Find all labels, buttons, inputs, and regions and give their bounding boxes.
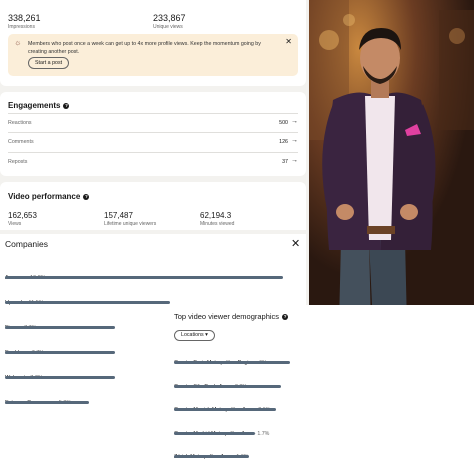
unique-views-value: 233,867: [153, 13, 186, 23]
impressions-label: Impressions: [8, 24, 35, 30]
company-bar: [5, 326, 115, 329]
companies-title: Companies: [5, 239, 48, 249]
location-bar: [174, 385, 281, 388]
company-bar: [5, 301, 170, 304]
help-icon[interactable]: ?: [63, 103, 70, 109]
close-icon[interactable]: ✕: [285, 37, 292, 46]
location-bar: [174, 361, 290, 364]
row-value: 500: [279, 120, 288, 126]
location-item: Greater Paris Metropolitan Region · 6%: [174, 351, 267, 369]
company-item: Upwork · 11.5%: [5, 291, 44, 309]
location-item: Greater São Paulo Area · 2.2%: [174, 375, 247, 393]
unique-viewers-label: Lifetime unique viewers: [104, 221, 157, 227]
engagements-card: Engagements? Reactions 500 → Comments 12…: [0, 92, 306, 176]
location-item: Zürich Metropolitan Area · 1.6%: [174, 445, 249, 463]
company-item: Fiverr · 7.7%: [5, 316, 37, 334]
engagement-row-comments[interactable]: Comments 126 →: [8, 132, 298, 151]
company-bar: [5, 351, 115, 354]
minutes-viewed-value: 62,194.3: [200, 211, 232, 220]
location-bar: [174, 408, 276, 411]
company-item: Amazon · 19.2%: [5, 266, 46, 284]
row-label: Comments: [8, 139, 34, 145]
analytics-summary-card: 338,261 Impressions 233,867 Unique views…: [0, 0, 306, 86]
arrow-right-icon: →: [291, 157, 298, 164]
row-value: 126: [279, 139, 288, 145]
man-in-suit-illustration: [309, 0, 474, 326]
arrow-right-icon: →: [291, 118, 298, 125]
nudge-text: Members who post once a week can get up …: [28, 41, 261, 55]
profile-photo: [309, 0, 474, 326]
engagements-heading: Engagements?: [8, 101, 70, 110]
arrow-right-icon: →: [291, 137, 298, 144]
close-icon[interactable]: ✕: [291, 237, 300, 250]
video-views-value: 162,653: [8, 211, 37, 220]
company-item: Walmart · 7.7%: [5, 366, 43, 384]
demographics-panel: Top video viewer demographics? Locations…: [166, 305, 474, 474]
company-bar: [5, 401, 89, 404]
row-label: Reposts: [8, 159, 28, 165]
minutes-viewed-label: Minutes viewed: [200, 221, 235, 227]
company-bar: [5, 376, 115, 379]
demographics-heading: Top video viewer demographics?: [174, 312, 289, 321]
video-views-label: Views: [8, 221, 22, 227]
location-bar: [174, 432, 255, 435]
help-icon[interactable]: ?: [282, 314, 289, 320]
video-performance-card: Video performance? 162,653 Views 157,487…: [0, 182, 306, 230]
engagement-row-reactions[interactable]: Reactions 500 →: [8, 113, 298, 132]
location-percent: · 1.7%: [252, 431, 270, 437]
engagement-row-reposts[interactable]: Reposts 37 →: [8, 152, 298, 171]
post-nudge-banner: ☼ Members who post once a week can get u…: [8, 34, 298, 76]
chevron-down-icon: ▾: [205, 332, 208, 338]
company-bar: [5, 276, 283, 279]
company-item: Extreme Commerce · 5.8%: [5, 391, 71, 409]
location-item: Greater Madrid Metropolitan Area · 1.7%: [174, 422, 269, 440]
company-item: Enablers · 7.7%: [5, 341, 44, 359]
impressions-value: 338,261: [8, 13, 41, 23]
lightbulb-icon: ☼: [14, 38, 22, 47]
start-post-button[interactable]: Start a post: [28, 57, 70, 69]
location-item: Greater Munich Metropolitan Area · 2.1%: [174, 398, 270, 416]
row-value: 37: [282, 159, 288, 165]
video-performance-heading: Video performance?: [8, 192, 90, 201]
location-bar: [174, 455, 249, 458]
row-label: Reactions: [8, 120, 32, 126]
help-icon[interactable]: ?: [83, 194, 90, 200]
unique-views-label: Unique views: [153, 24, 183, 30]
locations-filter[interactable]: Locations ▾: [174, 330, 215, 341]
unique-viewers-value: 157,487: [104, 211, 133, 220]
